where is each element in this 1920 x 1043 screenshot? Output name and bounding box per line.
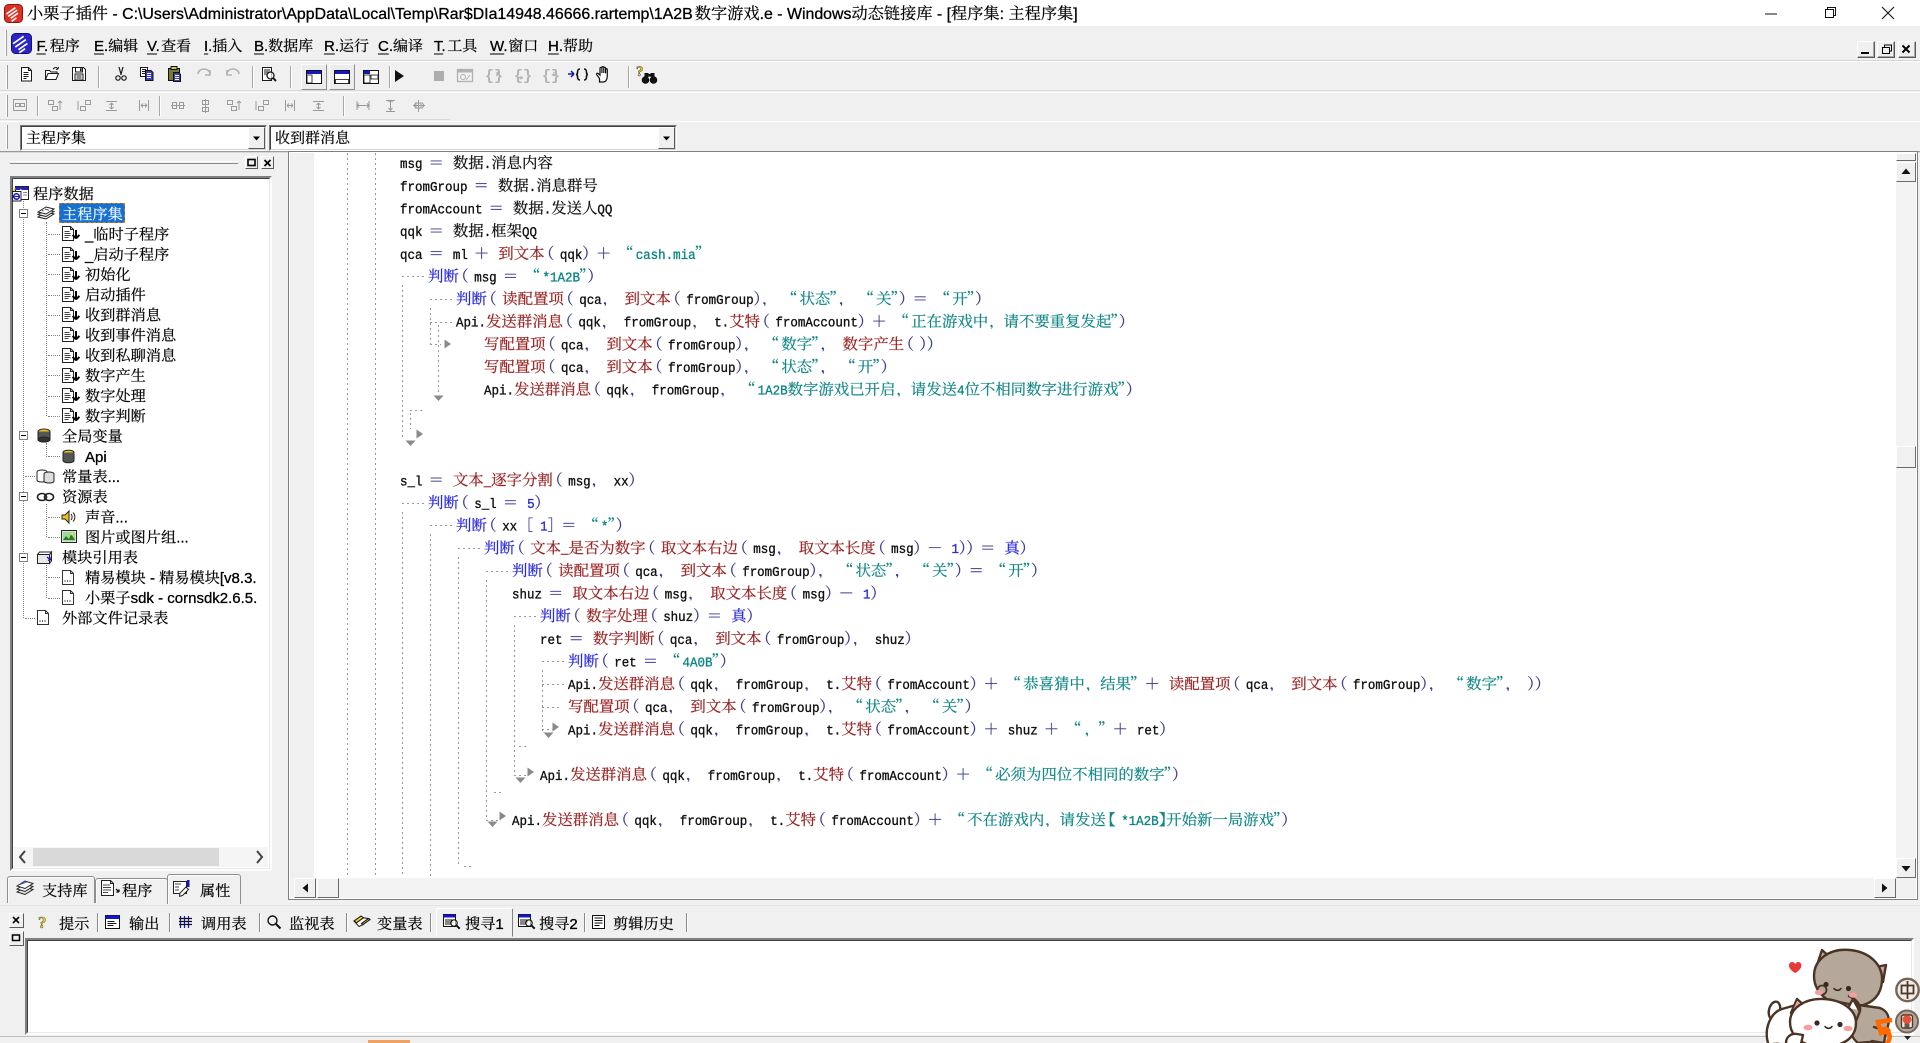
svg-text:{}: {}	[514, 68, 531, 84]
svg-text:?: ?	[636, 64, 644, 80]
svg-text:{}: {}	[485, 68, 502, 84]
svg-text:?: ?	[38, 914, 47, 931]
svg-text:{}: {}	[542, 68, 559, 84]
